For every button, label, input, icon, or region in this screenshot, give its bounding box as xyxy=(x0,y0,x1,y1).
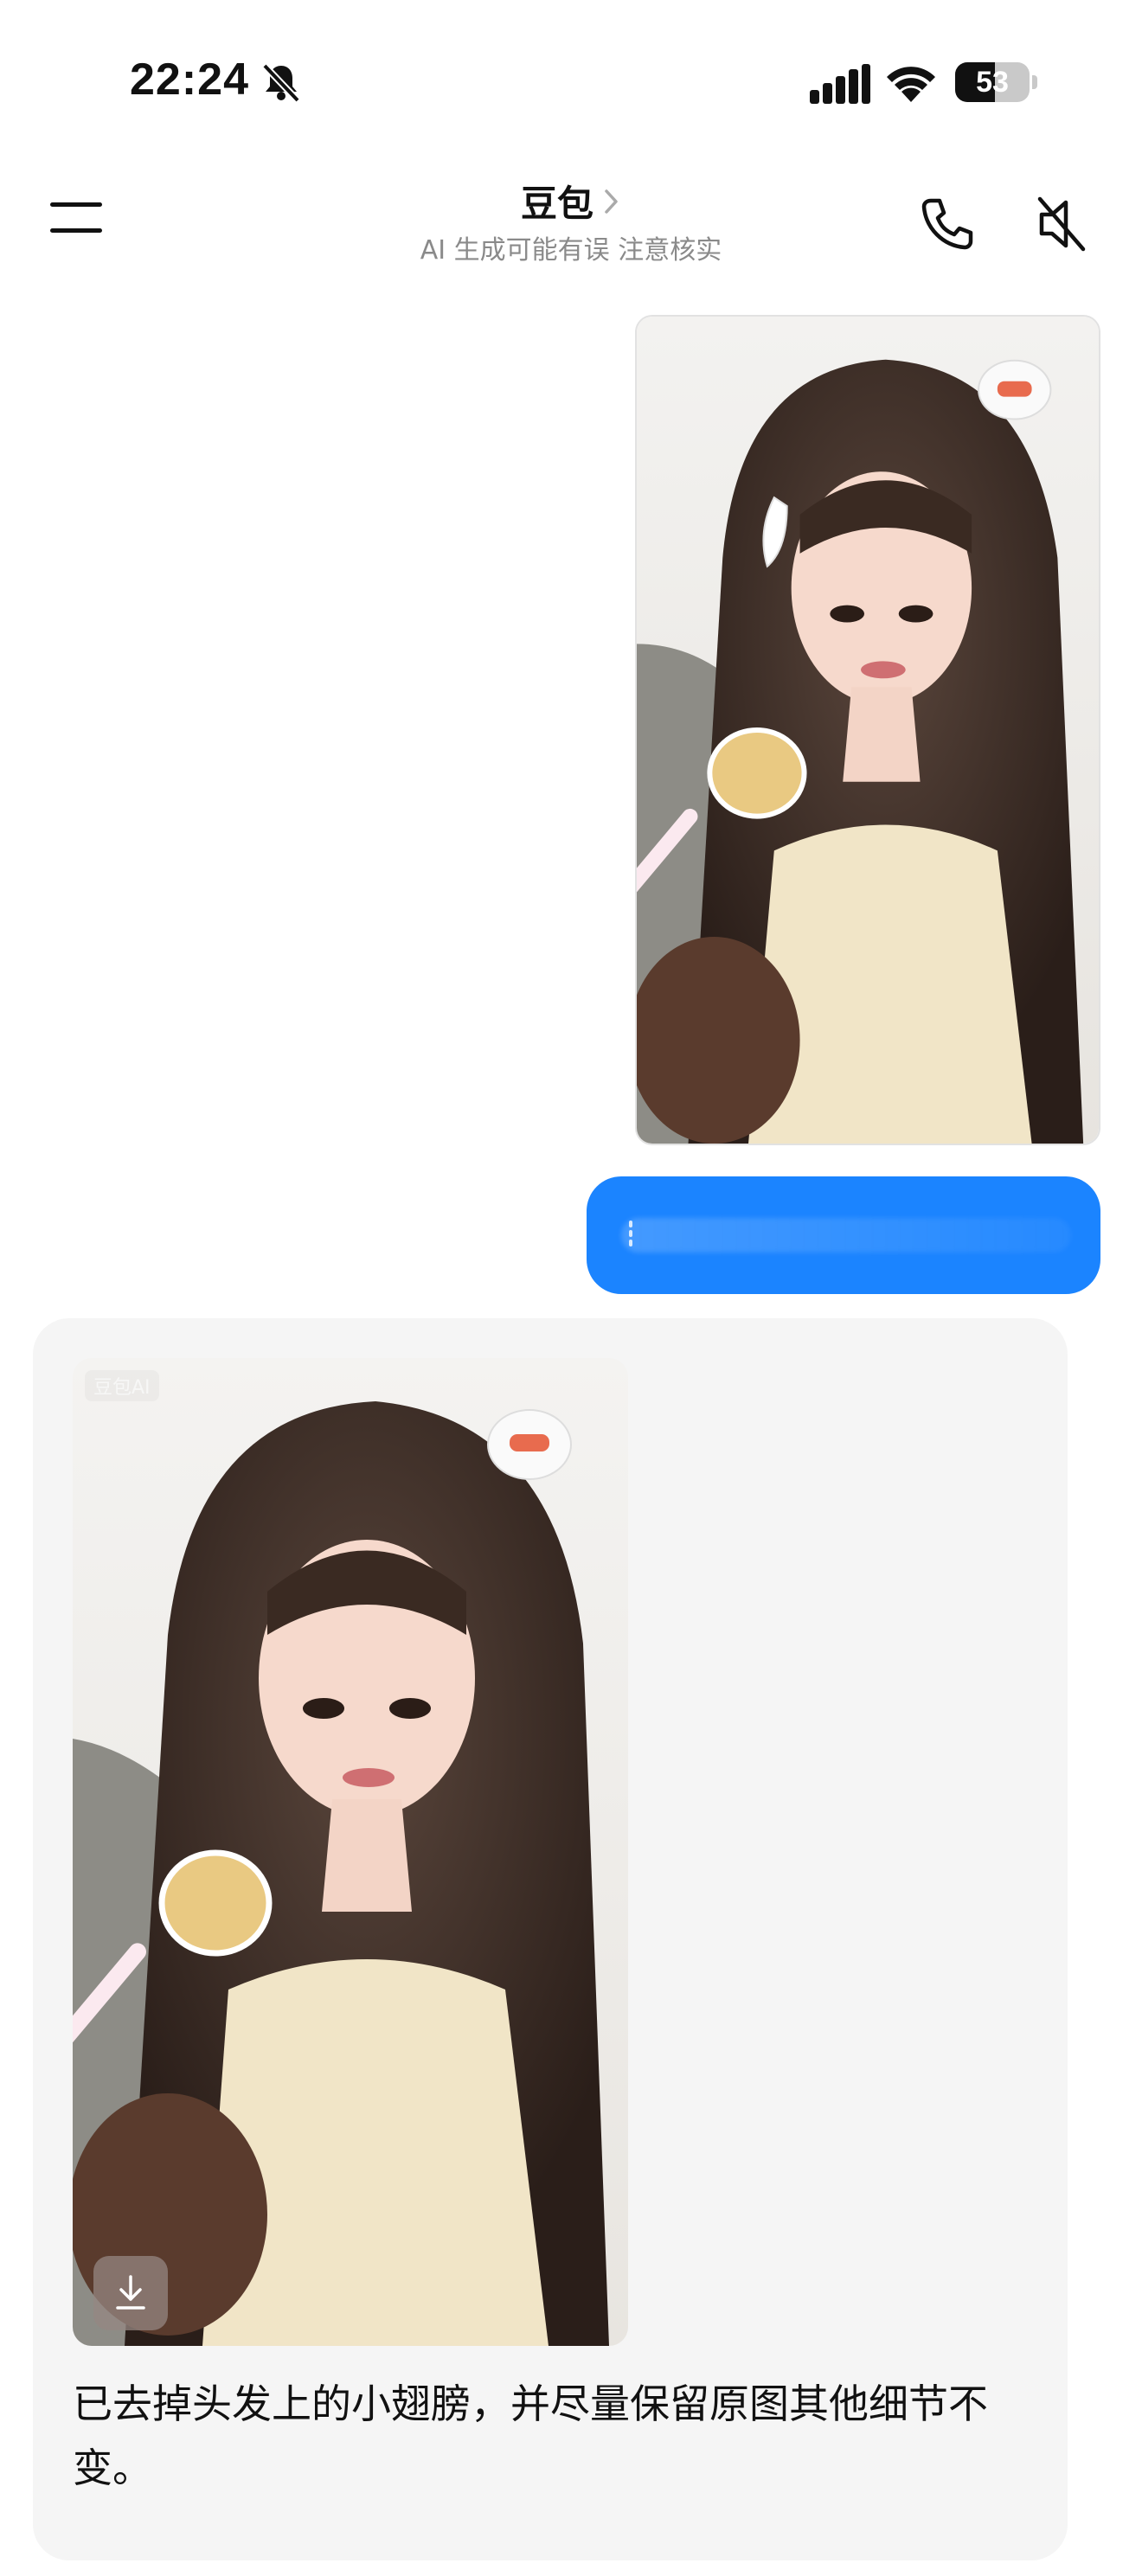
redacted-text xyxy=(621,1218,1071,1253)
bot-name: 豆包 xyxy=(520,183,593,225)
user-text-message[interactable] xyxy=(587,1176,1100,1294)
ai-image-message[interactable]: 豆包AI xyxy=(73,1358,628,2346)
status-bar: 22:24 53 xyxy=(0,0,1142,164)
bell-off-icon xyxy=(262,63,300,103)
wifi-icon xyxy=(887,67,935,102)
ai-message-card: 豆包AI 已去掉头发上的小翅膀，并尽量保留原图其他细节不变。 xyxy=(33,1318,1068,2560)
battery-level-text: 53 xyxy=(976,66,1009,99)
signal-icon xyxy=(810,64,870,104)
ai-response-text: 已去掉头发上的小翅膀，并尽量保留原图其他细节不变。 xyxy=(73,2381,988,2491)
user-image-message[interactable] xyxy=(635,315,1100,1145)
battery-indicator: 53 xyxy=(955,62,1038,102)
redaction-marks xyxy=(626,1218,635,1253)
phone-icon[interactable] xyxy=(919,195,976,253)
download-icon xyxy=(116,2275,145,2310)
chat-header: 豆包 AI 生成可能有误 注意核实 xyxy=(0,164,1142,294)
chevron-right-icon xyxy=(605,189,618,214)
status-time: 22:24 xyxy=(130,54,249,105)
ai-generated-photo xyxy=(73,1358,628,2346)
speaker-off-icon[interactable] xyxy=(1033,194,1088,254)
watermark: 豆包AI xyxy=(85,1370,159,1401)
download-button[interactable] xyxy=(93,2256,168,2330)
user-photo xyxy=(637,317,1099,1144)
